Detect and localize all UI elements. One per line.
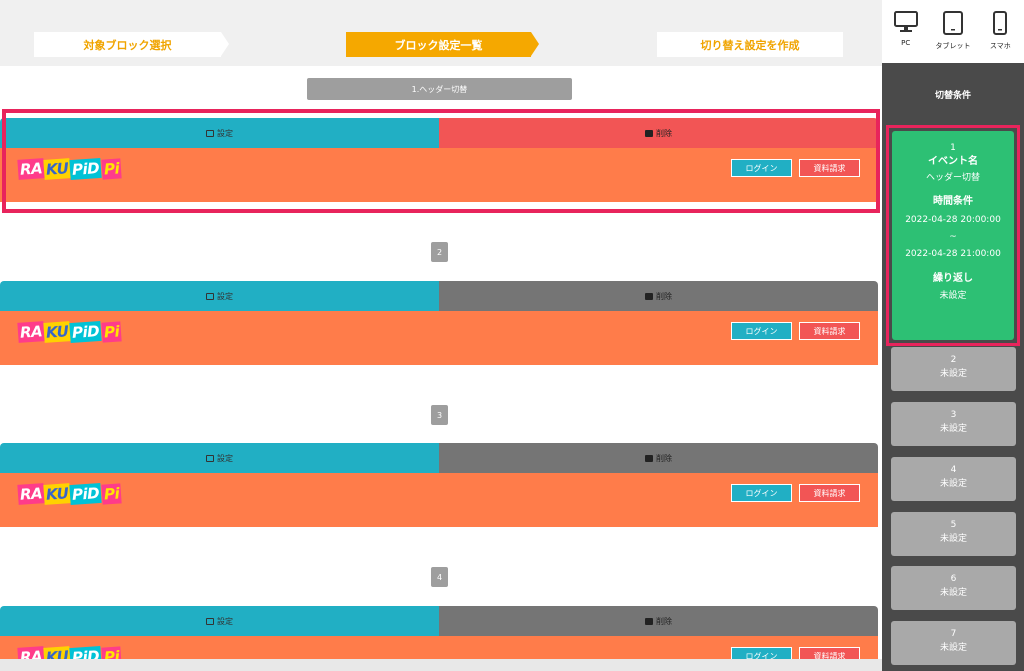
block-number-badge: 4 bbox=[431, 567, 448, 587]
event-name-label: イベント名 bbox=[928, 156, 978, 167]
step-block-settings[interactable]: ブロック設定一覧 bbox=[346, 32, 539, 57]
header-preview: RA KU PiD Pi ログイン 資料請求 bbox=[0, 473, 878, 527]
repeat-value: 未設定 bbox=[939, 291, 967, 301]
end-time: 2022-04-28 21:00:00 bbox=[905, 249, 1001, 259]
settings-icon bbox=[206, 292, 214, 300]
condition-card-active[interactable]: 1 イベント名 ヘッダー切替 時間条件 2022-04-28 20:00:00 … bbox=[886, 125, 1020, 346]
settings-icon bbox=[206, 617, 214, 625]
condition-number: 1 bbox=[950, 143, 956, 153]
login-button[interactable]: ログイン bbox=[731, 647, 792, 659]
logo: RA KU PiD Pi bbox=[17, 482, 122, 506]
request-docs-button[interactable]: 資料請求 bbox=[799, 647, 860, 659]
trash-icon bbox=[645, 292, 653, 300]
condition-slot[interactable]: 3 未設定 bbox=[891, 402, 1016, 446]
trash-icon bbox=[645, 617, 653, 625]
event-name-value: ヘッダー切替 bbox=[925, 173, 980, 183]
smartphone-icon bbox=[993, 11, 1008, 35]
event-label: 1.ヘッダー切替 bbox=[307, 78, 572, 100]
device-switcher: PC タブレット スマホ bbox=[882, 0, 1024, 63]
tablet-icon bbox=[942, 11, 963, 35]
block-number-badge: 2 bbox=[431, 242, 448, 262]
condition-slot[interactable]: 4 未設定 bbox=[891, 457, 1016, 501]
settings-icon bbox=[206, 454, 214, 462]
horizontal-scrollbar[interactable] bbox=[0, 659, 882, 671]
logo: RA KU PiD Pi bbox=[17, 320, 122, 344]
condition-slot[interactable]: 7 未設定 bbox=[891, 621, 1016, 665]
device-smartphone[interactable]: スマホ bbox=[977, 0, 1024, 63]
desktop-icon bbox=[893, 11, 918, 32]
step-indicator: 対象ブロック選択 ブロック設定一覧 切り替え設定を作成 bbox=[0, 0, 882, 66]
selected-block-frame bbox=[2, 109, 880, 213]
switch-conditions-title: 切替条件 bbox=[934, 90, 971, 101]
trash-icon bbox=[645, 454, 653, 462]
block-list-area[interactable]: 1.ヘッダー切替 設定 削除 RA KU PiD Pi ログイン 資料請求 2 設定 … bbox=[0, 66, 882, 659]
block-4[interactable]: 設定 削除 RA KU PiD Pi ログイン 資料請求 bbox=[0, 606, 878, 659]
delete-button[interactable]: 削除 bbox=[439, 281, 878, 311]
time-separator: ~ bbox=[949, 232, 957, 242]
login-button[interactable]: ログイン bbox=[731, 484, 792, 502]
header-preview: RA KU PiD Pi ログイン 資料請求 bbox=[0, 311, 878, 365]
start-time: 2022-04-28 20:00:00 bbox=[905, 215, 1001, 225]
delete-button[interactable]: 削除 bbox=[439, 443, 878, 473]
device-pc[interactable]: PC bbox=[882, 0, 929, 63]
header-preview: RA KU PiD Pi ログイン 資料請求 bbox=[0, 636, 878, 659]
settings-button[interactable]: 設定 bbox=[0, 281, 439, 311]
block-2[interactable]: 設定 削除 RA KU PiD Pi ログイン 資料請求 bbox=[0, 281, 878, 365]
step-create-switch[interactable]: 切り替え設定を作成 bbox=[657, 32, 843, 57]
request-docs-button[interactable]: 資料請求 bbox=[799, 484, 860, 502]
request-docs-button[interactable]: 資料請求 bbox=[799, 322, 860, 340]
condition-slot[interactable]: 6 未設定 bbox=[891, 566, 1016, 610]
condition-slot[interactable]: 5 未設定 bbox=[891, 512, 1016, 556]
delete-button[interactable]: 削除 bbox=[439, 606, 878, 636]
settings-button[interactable]: 設定 bbox=[0, 606, 439, 636]
settings-button[interactable]: 設定 bbox=[0, 443, 439, 473]
logo: RA KU PiD Pi bbox=[17, 645, 122, 659]
condition-slot[interactable]: 2 未設定 bbox=[891, 347, 1016, 391]
block-number-badge: 3 bbox=[431, 405, 448, 425]
device-tablet[interactable]: タブレット bbox=[929, 0, 976, 63]
repeat-label: 繰り返し bbox=[933, 273, 973, 284]
login-button[interactable]: ログイン bbox=[731, 322, 792, 340]
time-condition-label: 時間条件 bbox=[933, 196, 973, 207]
switch-conditions-sidebar: PC タブレット スマホ 切替条件 1 イベント名 ヘッダー切替 時間条件 20… bbox=[882, 0, 1024, 671]
block-3[interactable]: 設定 削除 RA KU PiD Pi ログイン 資料請求 bbox=[0, 443, 878, 527]
step-select-block[interactable]: 対象ブロック選択 bbox=[34, 32, 229, 57]
